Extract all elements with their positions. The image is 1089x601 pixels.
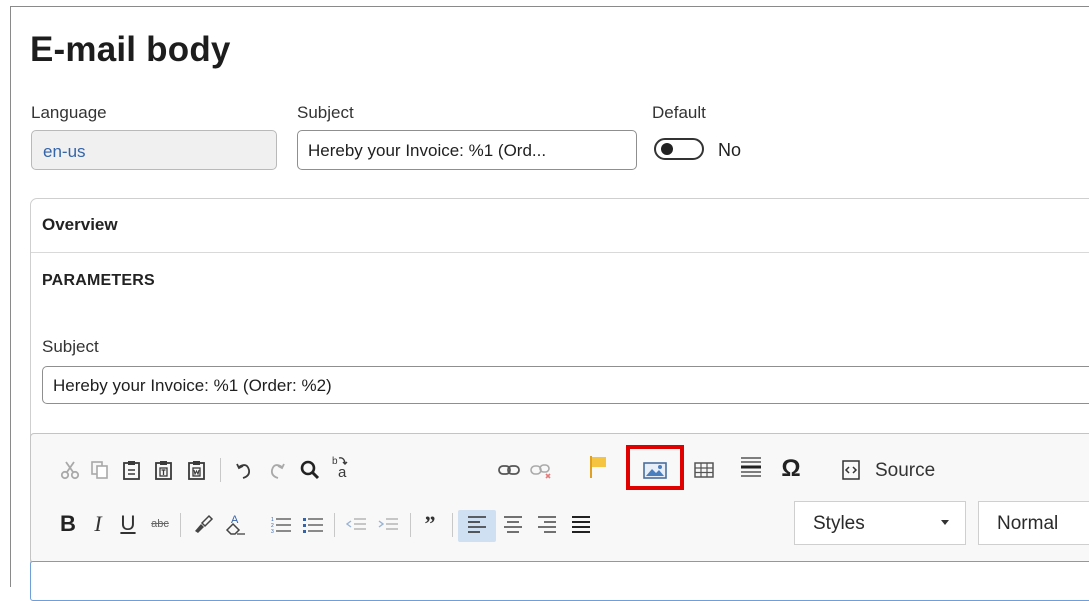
styles-dropdown-label: Styles xyxy=(813,513,865,534)
link-icon[interactable] xyxy=(494,455,524,485)
increase-indent-icon[interactable] xyxy=(374,509,402,539)
parameters-subject-label: Subject xyxy=(42,337,99,356)
numbered-list-icon[interactable]: 123 xyxy=(266,509,296,539)
source-icon[interactable] xyxy=(836,455,866,485)
copy-icon[interactable] xyxy=(86,455,114,485)
bulleted-list-icon[interactable] xyxy=(298,509,328,539)
source-button-label[interactable]: Source xyxy=(875,460,935,482)
italic-icon[interactable]: I xyxy=(86,509,110,539)
table-icon[interactable] xyxy=(690,455,718,485)
overview-divider xyxy=(31,252,1089,253)
undo-icon[interactable] xyxy=(230,455,258,485)
toolbar-separator xyxy=(220,458,221,482)
anchor-flag-icon[interactable] xyxy=(584,452,612,482)
toolbar-separator xyxy=(334,513,335,537)
align-right-icon[interactable] xyxy=(532,509,562,539)
styles-dropdown[interactable]: Styles xyxy=(794,501,966,545)
default-label: Default xyxy=(652,103,706,122)
language-field[interactable]: en-us xyxy=(31,130,277,170)
paste-word-icon[interactable] xyxy=(183,455,211,485)
svg-text:3: 3 xyxy=(271,529,274,534)
toolbar-separator xyxy=(452,513,453,537)
toolbar-separator xyxy=(410,513,411,537)
editor-content-area[interactable] xyxy=(30,561,1089,601)
page-title: E-mail body xyxy=(30,30,231,69)
language-label: Language xyxy=(31,103,107,122)
toolbar-separator xyxy=(180,513,181,537)
redo-icon[interactable] xyxy=(263,455,291,485)
toggle-knob xyxy=(661,143,673,155)
unlink-icon[interactable] xyxy=(526,455,556,485)
parameters-subject-field[interactable]: Hereby your Invoice: %1 (Order: %2) xyxy=(42,366,1089,404)
format-dropdown[interactable]: Normal xyxy=(978,501,1089,545)
align-left-icon[interactable] xyxy=(462,509,492,539)
format-dropdown-label: Normal xyxy=(997,513,1059,534)
subject-label: Subject xyxy=(297,103,354,122)
cut-icon[interactable] xyxy=(56,455,84,485)
bold-icon[interactable]: B xyxy=(56,509,80,539)
find-icon[interactable] xyxy=(296,455,324,485)
paste-icon[interactable] xyxy=(118,455,146,485)
parameters-heading: PARAMETERS xyxy=(42,272,155,289)
overview-title[interactable]: Overview xyxy=(42,215,118,235)
subject-field[interactable]: Hereby your Invoice: %1 (Ord... xyxy=(297,130,637,170)
chevron-down-icon xyxy=(941,520,949,525)
paste-text-icon[interactable] xyxy=(150,455,178,485)
special-character-icon[interactable]: Ω xyxy=(776,454,806,484)
replace-icon[interactable]: ba xyxy=(326,452,358,482)
justify-icon[interactable] xyxy=(566,509,596,539)
underline-icon[interactable]: U xyxy=(116,509,140,539)
blockquote-icon[interactable]: ” xyxy=(416,509,444,539)
default-toggle[interactable] xyxy=(654,138,704,160)
copy-format-icon[interactable] xyxy=(188,509,218,539)
image-button-highlight xyxy=(626,445,684,490)
default-toggle-state: No xyxy=(718,140,742,160)
decrease-indent-icon[interactable] xyxy=(342,509,370,539)
remove-format-icon[interactable]: A xyxy=(220,509,250,539)
horizontal-line-icon[interactable] xyxy=(736,452,766,482)
svg-text:a: a xyxy=(338,464,347,480)
strikethrough-icon[interactable]: abc xyxy=(146,509,174,539)
align-center-icon[interactable] xyxy=(498,509,528,539)
